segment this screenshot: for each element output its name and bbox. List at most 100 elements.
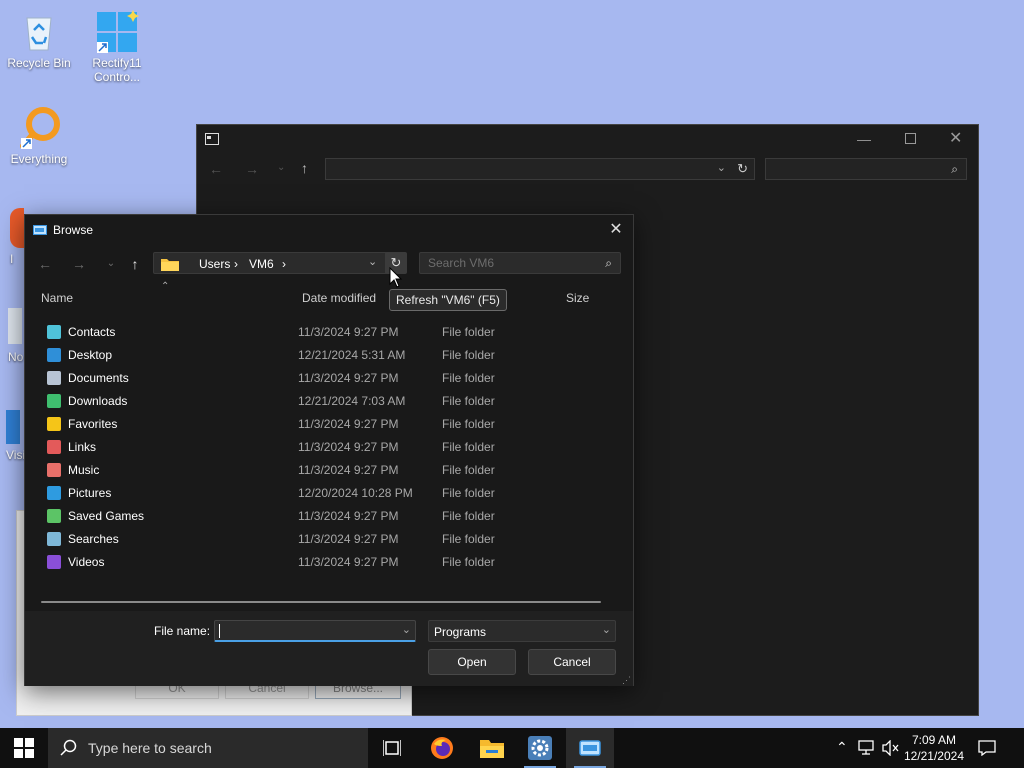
search-icon: ⌕ <box>951 162 958 176</box>
desktop-icon-everything[interactable]: Everything <box>4 106 74 166</box>
partial-icon <box>8 308 22 344</box>
up-icon[interactable]: ↑ <box>125 254 145 274</box>
favorites-icon <box>47 417 61 431</box>
taskbar-firefox[interactable] <box>418 728 466 768</box>
breadcrumb-separator-icon[interactable]: › <box>282 257 286 271</box>
item-name: Videos <box>68 555 105 569</box>
item-date: 12/20/2024 10:28 PM <box>298 486 413 500</box>
recent-dropdown-icon[interactable]: ⌄ <box>277 162 285 173</box>
item-date: 12/21/2024 5:31 AM <box>298 348 406 362</box>
mouse-cursor-icon <box>389 267 403 288</box>
breadcrumb-separator-icon[interactable]: › <box>234 257 238 271</box>
file-list: Contacts 11/3/2024 9:27 PM File folder Desk… <box>25 321 633 574</box>
videos-icon <box>47 555 61 569</box>
bg-search-box[interactable]: ⌕ <box>765 158 967 180</box>
column-date-modified[interactable]: Date modified <box>302 291 376 305</box>
item-name: Favorites <box>68 417 118 431</box>
rectify11-label: Rectify11 Contro... <box>92 56 142 84</box>
chevron-down-icon[interactable]: ⌄ <box>402 623 411 636</box>
back-icon[interactable]: ← <box>209 161 223 177</box>
list-item[interactable]: Downloads 12/21/2024 7:03 AM File folder <box>25 390 633 413</box>
desktop-icon <box>47 348 61 362</box>
cancel-button[interactable]: Cancel <box>528 649 616 675</box>
browse-titlebar[interactable]: Browse ✕ <box>25 215 633 245</box>
list-item[interactable]: Documents 11/3/2024 9:27 PM File folder <box>25 367 633 390</box>
item-name: Documents <box>68 371 129 385</box>
browse-dialog[interactable]: Browse ✕ ← → ⌄ ↑ Users › VM6 › ⌄ ↻ ⌕ <box>24 214 634 686</box>
forward-icon[interactable]: → <box>69 254 89 274</box>
column-name[interactable]: Name <box>41 291 73 305</box>
taskbar-file-explorer[interactable] <box>468 728 516 768</box>
taskbar-settings[interactable] <box>516 728 564 768</box>
address-dropdown-icon[interactable]: ⌄ <box>368 255 377 268</box>
item-type: File folder <box>442 440 495 454</box>
close-icon[interactable]: ✕ <box>607 221 625 239</box>
gear-icon <box>528 736 552 760</box>
downloads-icon <box>47 394 61 408</box>
system-clock[interactable]: 7:09 AM 12/21/2024 <box>904 732 964 764</box>
list-item[interactable]: Pictures 12/20/2024 10:28 PM File folder <box>25 482 633 505</box>
file-name-input[interactable] <box>220 624 395 638</box>
dialog-footer: File name: ⌄ Programs ⌄ Open Cancel ⋰ <box>25 611 633 686</box>
show-hidden-icons-icon[interactable]: ⌃ <box>836 739 848 756</box>
open-button[interactable]: Open <box>428 649 516 675</box>
up-icon[interactable]: ↑ <box>301 160 308 176</box>
item-name: Music <box>68 463 100 477</box>
item-name: Pictures <box>68 486 112 500</box>
file-type-filter[interactable]: Programs ⌄ <box>428 620 616 642</box>
network-icon[interactable] <box>858 740 876 756</box>
search-input[interactable] <box>428 256 598 270</box>
firefox-icon <box>431 737 453 759</box>
list-item[interactable]: Searches 11/3/2024 9:27 PM File folder <box>25 528 633 551</box>
volume-muted-icon[interactable] <box>882 740 900 756</box>
desktop-icon-recycle-bin[interactable]: Recycle Bin <box>4 10 74 70</box>
search-box[interactable]: ⌕ <box>419 252 621 274</box>
notification-icon[interactable] <box>978 740 996 756</box>
back-icon[interactable]: ← <box>35 254 55 274</box>
task-view-button[interactable] <box>368 728 416 768</box>
resize-grip-icon[interactable]: ⋰ <box>622 675 631 686</box>
list-item[interactable]: Saved Games 11/3/2024 9:27 PM File folder <box>25 505 633 528</box>
refresh-icon[interactable]: ↻ <box>737 161 748 177</box>
forward-icon[interactable]: → <box>245 161 259 177</box>
searches-icon <box>47 532 61 546</box>
pictures-icon <box>47 486 61 500</box>
list-item[interactable]: Contacts 11/3/2024 9:27 PM File folder <box>25 321 633 344</box>
item-type: File folder <box>442 348 495 362</box>
list-item[interactable]: Videos 11/3/2024 9:27 PM File folder <box>25 551 633 574</box>
file-name-label: File name: <box>154 624 211 638</box>
breadcrumb-users[interactable]: Users <box>199 257 230 271</box>
file-explorer-icon <box>480 740 504 758</box>
item-type: File folder <box>442 532 495 546</box>
desktop-icon-rectify11[interactable]: Rectify11 Contro... <box>82 10 152 84</box>
documents-icon <box>47 371 61 385</box>
list-item[interactable]: Favorites 11/3/2024 9:27 PM File folder <box>25 413 633 436</box>
item-date: 11/3/2024 9:27 PM <box>298 440 399 454</box>
item-name: Searches <box>68 532 119 546</box>
file-name-combobox[interactable]: ⌄ <box>214 620 416 642</box>
item-date: 11/3/2024 9:27 PM <box>298 325 399 339</box>
taskbar-search-placeholder: Type here to search <box>88 740 212 756</box>
breadcrumb-vm6[interactable]: VM6 <box>249 257 274 271</box>
address-bar[interactable]: Users › VM6 › ⌄ <box>153 252 405 274</box>
start-button[interactable] <box>0 728 48 768</box>
item-type: File folder <box>442 486 495 500</box>
item-type: File folder <box>442 394 495 408</box>
close-icon[interactable]: ✕ <box>949 128 962 148</box>
list-item[interactable]: Desktop 12/21/2024 5:31 AM File folder <box>25 344 633 367</box>
taskbar-browse-app[interactable] <box>566 728 614 768</box>
bg-window-titlebar[interactable]: — ✕ <box>197 125 978 153</box>
taskbar-search-box[interactable]: Type here to search <box>48 728 368 768</box>
maximize-icon[interactable] <box>905 133 916 144</box>
recent-dropdown-icon[interactable]: ⌄ <box>101 254 121 274</box>
bg-address-bar[interactable]: ⌄ ↻ <box>325 158 755 180</box>
list-item[interactable]: Music 11/3/2024 9:27 PM File folder <box>25 459 633 482</box>
column-size[interactable]: Size <box>566 291 589 305</box>
minimize-icon[interactable]: — <box>857 131 871 147</box>
address-dropdown-icon[interactable]: ⌄ <box>717 161 726 174</box>
item-date: 11/3/2024 9:27 PM <box>298 509 399 523</box>
rectify11-icon <box>95 10 139 54</box>
list-item[interactable]: Links 11/3/2024 9:27 PM File folder <box>25 436 633 459</box>
clock-time: 7:09 AM <box>911 733 956 747</box>
horizontal-scrollbar[interactable] <box>41 601 601 603</box>
